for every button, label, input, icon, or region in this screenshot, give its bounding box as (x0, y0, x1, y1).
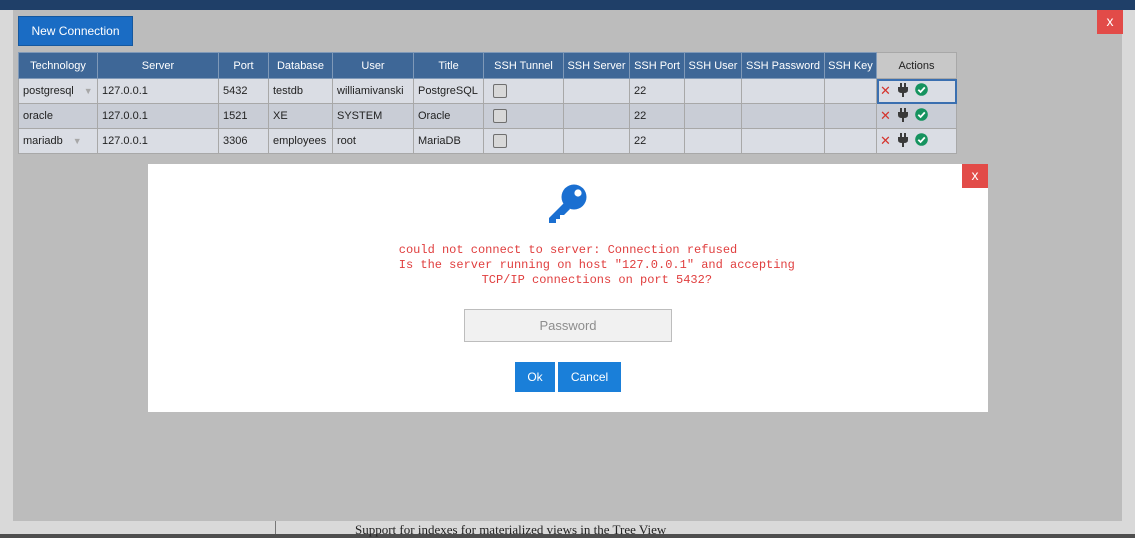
header-ssh-key[interactable]: SSH Key (824, 52, 877, 79)
technology-cell[interactable]: mariadb ▼ (18, 128, 98, 154)
delete-icon[interactable]: ✕ (880, 134, 891, 147)
header-server[interactable]: Server (97, 52, 219, 79)
ssh-tunnel-checkbox[interactable] (493, 109, 507, 123)
technology-value: postgresql (23, 85, 74, 97)
ssh-server-cell[interactable] (563, 78, 630, 104)
user-cell[interactable]: root (332, 128, 414, 154)
window-close-button[interactable]: x (1097, 10, 1123, 34)
key-icon (546, 183, 590, 228)
check-circle-icon[interactable] (915, 133, 928, 149)
ssh-password-cell[interactable] (741, 103, 825, 129)
error-message: could not connect to server: Connection … (398, 243, 795, 287)
technology-cell[interactable]: postgresql ▼ (18, 78, 98, 104)
database-cell[interactable]: testdb (268, 78, 333, 104)
table-row: oracle 127.0.0.1 1521 XE SYSTEM Oracle 2… (18, 103, 957, 129)
header-ssh-port[interactable]: SSH Port (629, 52, 685, 79)
actions-cell: ✕ (876, 128, 957, 154)
ssh-port-cell[interactable]: 22 (629, 103, 685, 129)
check-circle-icon[interactable] (915, 108, 928, 124)
connections-table: Technology Server Port Database User Tit… (18, 52, 957, 154)
ssh-user-cell[interactable] (684, 78, 742, 104)
header-title[interactable]: Title (413, 52, 484, 79)
ssh-tunnel-checkbox[interactable] (493, 134, 507, 148)
header-ssh-server[interactable]: SSH Server (563, 52, 630, 79)
header-ssh-tunnel[interactable]: SSH Tunnel (483, 52, 564, 79)
ssh-server-cell[interactable] (563, 103, 630, 129)
ssh-tunnel-cell (483, 78, 564, 104)
header-ssh-user[interactable]: SSH User (684, 52, 742, 79)
ssh-key-cell[interactable] (824, 78, 877, 104)
ssh-password-cell[interactable] (741, 78, 825, 104)
header-port[interactable]: Port (218, 52, 269, 79)
technology-cell[interactable]: oracle (18, 103, 98, 129)
ssh-server-cell[interactable] (563, 128, 630, 154)
ssh-user-cell[interactable] (684, 128, 742, 154)
database-cell[interactable]: employees (268, 128, 333, 154)
server-cell[interactable]: 127.0.0.1 (97, 128, 219, 154)
server-cell[interactable]: 127.0.0.1 (97, 103, 219, 129)
header-database[interactable]: Database (268, 52, 333, 79)
table-row: postgresql ▼ 127.0.0.1 5432 testdb willia… (18, 78, 957, 104)
ssh-key-cell[interactable] (824, 128, 877, 154)
user-cell[interactable]: SYSTEM (332, 103, 414, 129)
new-connection-button[interactable]: New Connection (18, 16, 133, 46)
technology-value: mariadb (23, 135, 63, 147)
title-cell[interactable]: PostgreSQL (413, 78, 484, 104)
server-cell[interactable]: 127.0.0.1 (97, 78, 219, 104)
delete-icon[interactable]: ✕ (880, 84, 891, 97)
password-input[interactable] (464, 309, 672, 342)
delete-icon[interactable]: ✕ (880, 109, 891, 122)
table-row: mariadb ▼ 127.0.0.1 3306 employees root M… (18, 128, 957, 154)
title-cell[interactable]: MariaDB (413, 128, 484, 154)
top-bar (0, 0, 1135, 10)
port-cell[interactable]: 3306 (218, 128, 269, 154)
header-user[interactable]: User (332, 52, 414, 79)
ssh-user-cell[interactable] (684, 103, 742, 129)
header-actions: Actions (876, 52, 957, 79)
technology-value: oracle (23, 110, 53, 122)
header-technology[interactable]: Technology (18, 52, 98, 79)
ok-button[interactable]: Ok (515, 362, 555, 392)
plug-icon[interactable] (897, 132, 909, 150)
actions-cell: ✕ (876, 78, 957, 104)
title-cell[interactable]: Oracle (413, 103, 484, 129)
ssh-password-cell[interactable] (741, 128, 825, 154)
plug-icon[interactable] (897, 107, 909, 125)
dropdown-arrow-icon[interactable]: ▼ (73, 136, 82, 146)
table-header-row: Technology Server Port Database User Tit… (18, 52, 957, 79)
ssh-key-cell[interactable] (824, 103, 877, 129)
actions-cell: ✕ (876, 103, 957, 129)
check-circle-icon[interactable] (915, 83, 928, 99)
port-cell[interactable]: 5432 (218, 78, 269, 104)
dropdown-arrow-icon[interactable]: ▼ (84, 86, 93, 96)
user-cell[interactable]: williamivanski (332, 78, 414, 104)
plug-icon[interactable] (897, 82, 909, 100)
ssh-port-cell[interactable]: 22 (629, 128, 685, 154)
ssh-port-cell[interactable]: 22 (629, 78, 685, 104)
database-cell[interactable]: XE (268, 103, 333, 129)
background-text: Support for indexes for materialized vie… (355, 522, 667, 537)
header-ssh-password[interactable]: SSH Password (741, 52, 825, 79)
cancel-button[interactable]: Cancel (558, 362, 621, 392)
port-cell[interactable]: 1521 (218, 103, 269, 129)
ssh-tunnel-cell (483, 103, 564, 129)
dialog-close-button[interactable]: x (962, 164, 988, 188)
ssh-tunnel-cell (483, 128, 564, 154)
ssh-tunnel-checkbox[interactable] (493, 84, 507, 98)
